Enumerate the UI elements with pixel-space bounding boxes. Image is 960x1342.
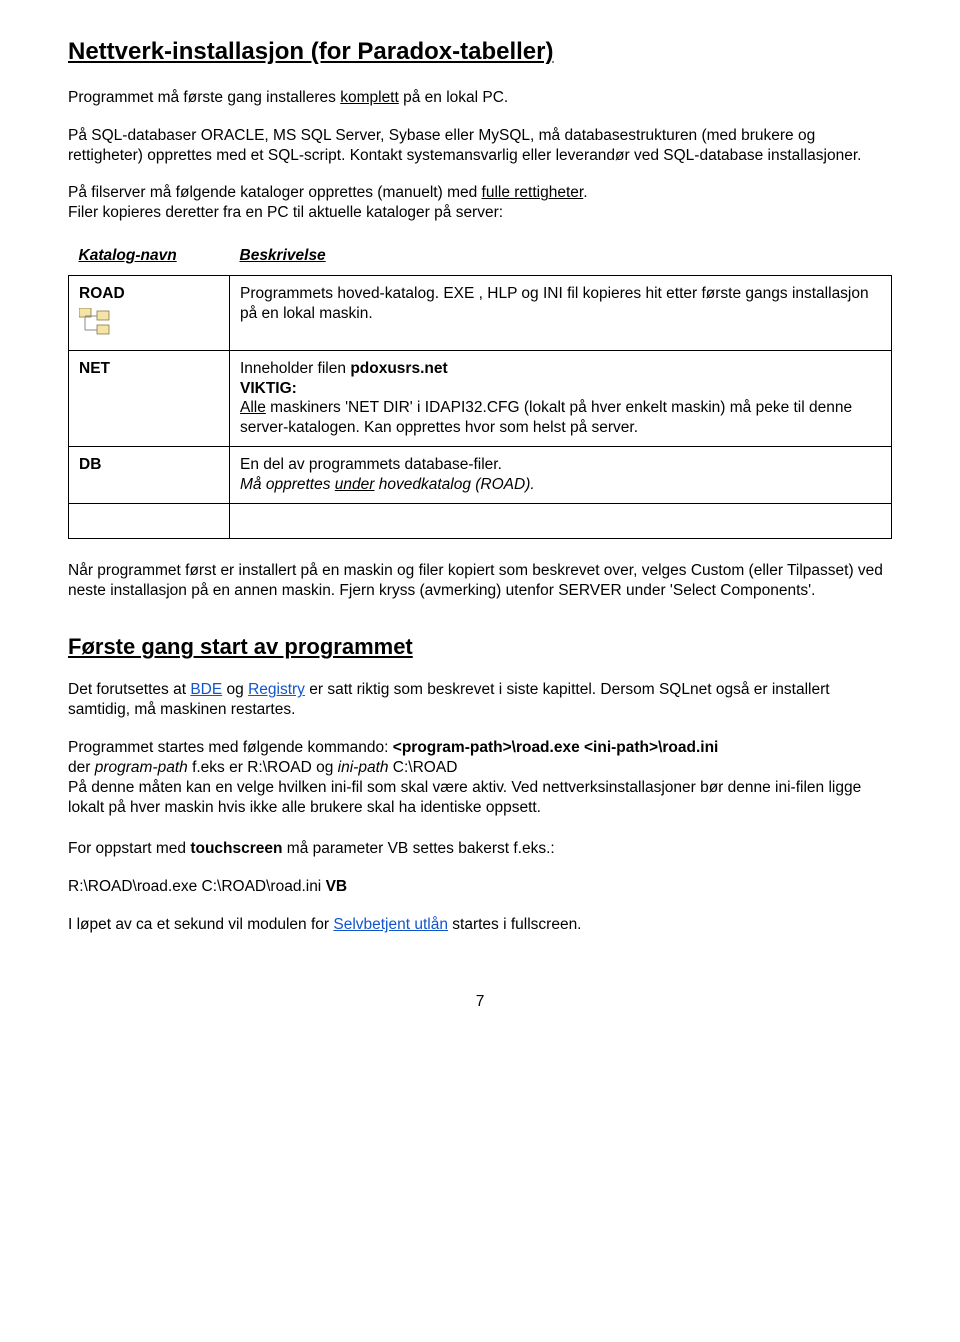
catalog-table: Katalog-navn Beskrivelse ROAD Programmet…: [68, 241, 892, 539]
text: R:\ROAD\road.exe C:\ROAD\road.ini: [68, 878, 326, 895]
text: I løpet av ca et sekund vil modulen for: [68, 916, 333, 933]
text-underline: fulle rettigheter: [482, 184, 584, 201]
empty-cell: [69, 503, 230, 538]
text-bold: VIKTIG:: [240, 380, 297, 397]
text: og: [222, 681, 248, 698]
table-row-empty: [69, 503, 892, 538]
text: En del av programmets database-filer.: [240, 456, 502, 473]
paragraph-6: Det forutsettes at BDE og Registry er sa…: [68, 680, 892, 720]
text: Det forutsettes at: [68, 681, 190, 698]
text: På filserver må følgende kataloger oppre…: [68, 184, 482, 201]
table-row: NET Inneholder filen pdoxusrs.net VIKTIG…: [69, 350, 892, 446]
text: ROAD: [79, 285, 125, 302]
text-underline: Alle: [240, 399, 266, 416]
paragraph-5: Når programmet først er installert på en…: [68, 561, 892, 601]
text-bold: touchscreen: [190, 840, 282, 857]
text-underline: komplett: [340, 89, 399, 106]
text-bold: <program-path>\road.exe <ini-path>\road.…: [393, 739, 719, 756]
paragraph-8: der program-path f.eks er R:\ROAD og ini…: [68, 758, 892, 778]
section-heading: Første gang start av programmet: [68, 634, 892, 660]
text-bold: pdoxusrs.net: [350, 360, 447, 377]
paragraph-12: I løpet av ca et sekund vil modulen for …: [68, 915, 892, 935]
text: .: [583, 184, 587, 201]
cell-road-desc: Programmets hoved-katalog. EXE , HLP og …: [230, 276, 892, 351]
text: Programmet startes med følgende kommando…: [68, 739, 393, 756]
paragraph-10: For oppstart med touchscreen må paramete…: [68, 839, 892, 859]
page-number: 7: [68, 993, 892, 1011]
paragraph-9: På denne måten kan en velge hvilken ini-…: [68, 778, 892, 818]
table-row: ROAD Programmets hoved-katalog. EXE , HL…: [69, 276, 892, 351]
text: C:\ROAD: [389, 759, 458, 776]
paragraph-3: På filserver må følgende kataloger oppre…: [68, 183, 892, 203]
link-selvbetjent-utlan[interactable]: Selvbetjent utlån: [333, 916, 448, 933]
table-header-row: Katalog-navn Beskrivelse: [69, 241, 892, 276]
table-row: DB En del av programmets database-filer.…: [69, 447, 892, 504]
empty-cell: [230, 503, 892, 538]
page-title: Nettverk-installasjon (for Paradox-tabel…: [68, 38, 892, 66]
cell-db: DB: [69, 447, 230, 504]
text: startes i fullscreen.: [448, 916, 582, 933]
cell-road: ROAD: [69, 276, 230, 351]
text-bold: VB: [326, 878, 348, 895]
th-katalog-navn: Katalog-navn: [69, 241, 230, 276]
paragraph-1: Programmet må første gang installeres ko…: [68, 88, 892, 108]
text: der: [68, 759, 95, 776]
paragraph-11: R:\ROAD\road.exe C:\ROAD\road.ini VB: [68, 877, 892, 897]
text-italic: Må opprettes: [240, 476, 335, 493]
link-bde[interactable]: BDE: [190, 681, 222, 698]
folder-tree-icon: [79, 308, 115, 336]
text: maskiners 'NET DIR' i IDAPI32.CFG (lokal…: [240, 399, 852, 436]
text: Programmet må første gang installeres: [68, 89, 340, 106]
text-italic: hovedkatalog (ROAD).: [374, 476, 534, 493]
text-italic-underline: under: [335, 476, 375, 493]
text-italic: ini-path: [338, 759, 389, 776]
text: må parameter VB settes bakerst f.eks.:: [283, 840, 555, 857]
cell-net-desc: Inneholder filen pdoxusrs.net VIKTIG: Al…: [230, 350, 892, 446]
text: på en lokal PC.: [399, 89, 508, 106]
th-beskrivelse: Beskrivelse: [230, 241, 892, 276]
cell-db-desc: En del av programmets database-filer. Må…: [230, 447, 892, 504]
text: f.eks er R:\ROAD og: [188, 759, 338, 776]
paragraph-2: På SQL-databaser ORACLE, MS SQL Server, …: [68, 126, 892, 166]
text: For oppstart med: [68, 840, 190, 857]
paragraph-4: Filer kopieres deretter fra en PC til ak…: [68, 203, 892, 223]
cell-net: NET: [69, 350, 230, 446]
paragraph-7: Programmet startes med følgende kommando…: [68, 738, 892, 758]
link-registry[interactable]: Registry: [248, 681, 305, 698]
text-italic: program-path: [95, 759, 188, 776]
text: Inneholder filen: [240, 360, 350, 377]
